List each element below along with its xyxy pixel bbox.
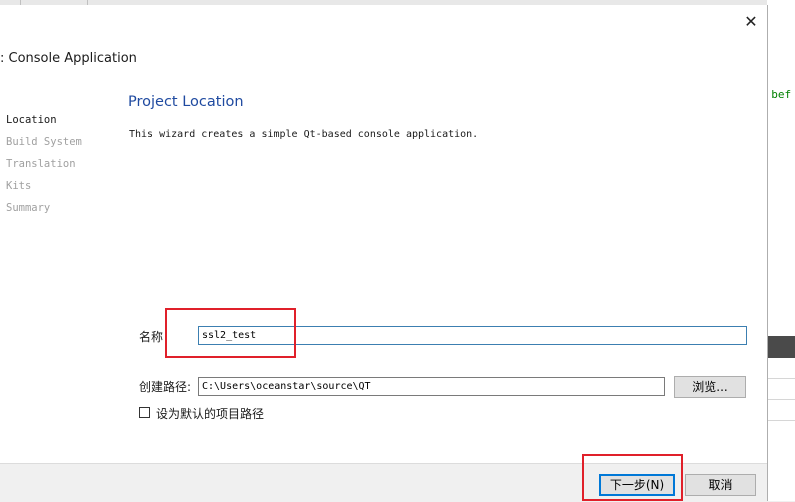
close-icon[interactable]: ✕: [741, 12, 761, 32]
browse-button[interactable]: 浏览...: [674, 376, 746, 398]
background-divider: [767, 420, 795, 421]
background-panel-header: [767, 336, 795, 358]
wizard-steps: Location Build System Translation Kits S…: [6, 109, 82, 219]
wizard-step-summary: Summary: [6, 202, 51, 214]
wizard-step-location: Location: [6, 114, 57, 126]
page-title: Project Location: [128, 94, 244, 110]
cancel-button[interactable]: 取消: [685, 474, 756, 496]
background-code-editor: [767, 0, 795, 501]
annotation-box-name-field: [165, 308, 296, 358]
new-project-wizard-dialog: ✕ : Console Application Location Build S…: [0, 5, 768, 502]
wizard-step-translation: Translation: [6, 158, 76, 170]
dialog-title: : Console Application: [0, 51, 137, 66]
create-path-label: 创建路径:: [139, 380, 192, 394]
name-label: 名称: [139, 330, 164, 344]
background-divider: [767, 399, 795, 400]
page-description: This wizard creates a simple Qt-based co…: [129, 129, 479, 140]
default-path-checkbox-label[interactable]: 设为默认的项目路径: [156, 405, 264, 422]
annotation-box-next-button: [582, 454, 683, 501]
wizard-step-build-system: Build System: [6, 136, 82, 148]
background-divider: [767, 378, 795, 379]
wizard-step-kits: Kits: [6, 180, 32, 192]
default-path-checkbox[interactable]: [139, 407, 150, 418]
project-path-input[interactable]: C:\Users\oceanstar\source\QT: [198, 377, 665, 396]
